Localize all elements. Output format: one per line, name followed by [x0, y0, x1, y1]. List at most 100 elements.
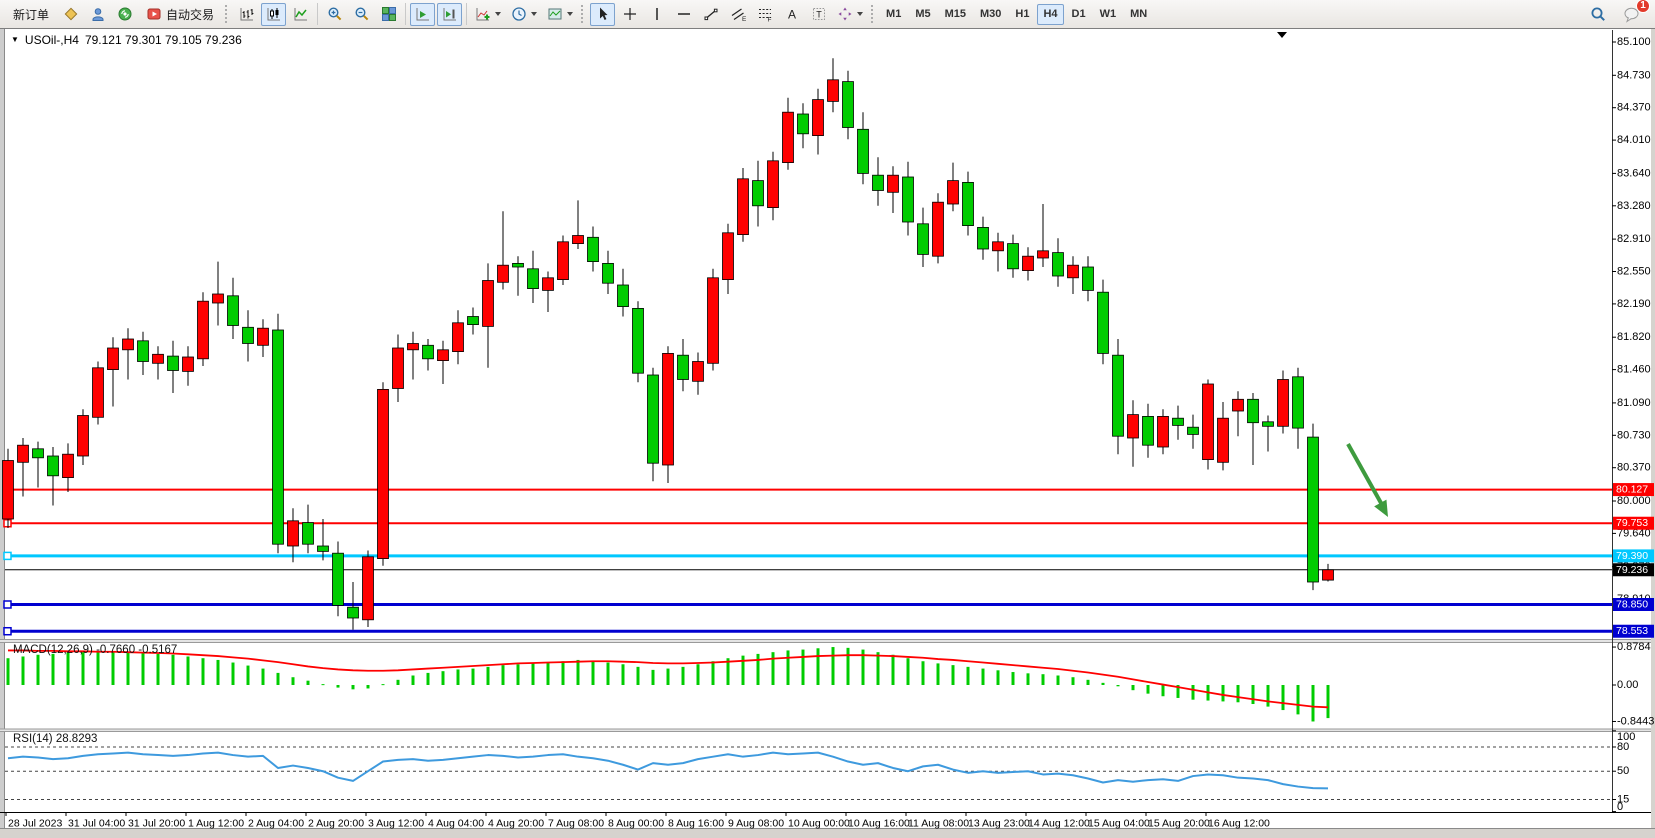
svg-text:8 Aug 16:00: 8 Aug 16:00	[668, 818, 724, 830]
svg-text:84.010: 84.010	[1617, 134, 1651, 146]
cursor-icon[interactable]	[590, 3, 615, 26]
svg-text:78.850: 78.850	[1616, 599, 1648, 611]
svg-text:E: E	[742, 16, 746, 22]
bar-chart-icon[interactable]	[234, 3, 259, 26]
text-label-icon[interactable]: T	[806, 3, 831, 26]
tf-button-m15[interactable]: M15	[939, 4, 972, 25]
svg-text:15 Aug 04:00: 15 Aug 04:00	[1088, 818, 1150, 830]
equidistant-channel-icon[interactable]: E	[725, 3, 750, 26]
fibonacci-icon[interactable]: F	[752, 3, 777, 26]
toolbar-separator	[405, 3, 406, 25]
notification-count-badge: 1	[1636, 0, 1650, 13]
svg-text:82.910: 82.910	[1617, 233, 1651, 245]
tf-button-h4[interactable]: H4	[1037, 4, 1063, 25]
hline-handle-78.553[interactable]	[4, 628, 11, 635]
chart-shift-icon[interactable]	[437, 3, 462, 26]
svg-text:A: A	[788, 8, 796, 22]
chevron-down-icon	[567, 12, 573, 16]
auto-scroll-icon[interactable]	[410, 3, 435, 26]
svg-text:79.236: 79.236	[1616, 564, 1648, 576]
tf-button-m1[interactable]: M1	[880, 4, 907, 25]
svg-text:4 Aug 20:00: 4 Aug 20:00	[488, 818, 544, 830]
svg-text:84.730: 84.730	[1617, 69, 1651, 81]
symbol-dropdown-icon[interactable]: ▼	[11, 36, 19, 44]
svg-text:15 Aug 20:00: 15 Aug 20:00	[1148, 818, 1210, 830]
svg-text:83.640: 83.640	[1617, 167, 1651, 179]
templates-icon[interactable]	[543, 3, 577, 26]
accounts-icon[interactable]	[85, 3, 110, 26]
svg-text:84.370: 84.370	[1617, 102, 1651, 114]
svg-text:4 Aug 04:00: 4 Aug 04:00	[428, 818, 484, 830]
svg-text:31 Jul 04:00: 31 Jul 04:00	[68, 818, 125, 830]
svg-text:11 Aug 08:00: 11 Aug 08:00	[908, 818, 969, 830]
tf-button-m30[interactable]: M30	[974, 4, 1007, 25]
tf-button-d1[interactable]: D1	[1066, 4, 1092, 25]
svg-text:16 Aug 12:00: 16 Aug 12:00	[1208, 818, 1270, 830]
auto-trading-label: 自动交易	[166, 6, 214, 23]
vertical-line-icon[interactable]	[644, 3, 669, 26]
auto-trading-button[interactable]: 自动交易	[139, 3, 221, 26]
arrows-icon[interactable]	[833, 3, 867, 26]
main-toolbar: 新订单 自动交易	[0, 0, 1655, 29]
svg-text:8 Aug 00:00: 8 Aug 00:00	[608, 818, 664, 830]
tile-windows-icon[interactable]	[376, 3, 401, 26]
candlestick-chart-icon[interactable]	[261, 3, 286, 26]
svg-text:10 Aug 16:00: 10 Aug 16:00	[848, 818, 910, 830]
indicators-icon[interactable]	[471, 3, 505, 26]
svg-text:2 Aug 20:00: 2 Aug 20:00	[308, 818, 364, 830]
periods-icon[interactable]	[507, 3, 541, 26]
zoom-out-icon[interactable]	[349, 3, 374, 26]
hline-handle-79.390[interactable]	[4, 552, 11, 559]
tf-button-mn[interactable]: MN	[1124, 4, 1153, 25]
toolbar-separator	[466, 3, 467, 25]
svg-text:82.190: 82.190	[1617, 298, 1651, 310]
symbol-label: USOil-,H4	[25, 33, 79, 47]
trendline-icon[interactable]	[698, 3, 723, 26]
svg-text:0: 0	[1617, 801, 1623, 813]
toolbar-grip	[581, 5, 586, 23]
chevron-down-icon	[857, 12, 863, 16]
rsi-indicator-label: RSI(14) 28.8293	[13, 733, 97, 745]
new-order-button[interactable]: 新订单	[6, 3, 56, 26]
svg-text:2 Aug 04:00: 2 Aug 04:00	[248, 818, 304, 830]
toolbar-grip	[225, 5, 230, 23]
svg-text:81.090: 81.090	[1617, 397, 1651, 409]
notifications-icon[interactable]: 1	[1619, 3, 1644, 26]
chart-title: ▼ USOil-,H4 79.121 79.301 79.105 79.236	[11, 33, 242, 47]
ohlc-quote: 79.121 79.301 79.105 79.236	[85, 33, 242, 47]
svg-text:14 Aug 12:00: 14 Aug 12:00	[1028, 818, 1090, 830]
svg-text:0.8784: 0.8784	[1617, 641, 1651, 653]
zoom-in-icon[interactable]	[322, 3, 347, 26]
svg-text:83.280: 83.280	[1617, 200, 1651, 212]
svg-text:10 Aug 00:00: 10 Aug 00:00	[788, 818, 850, 830]
chevron-down-icon	[531, 12, 537, 16]
text-icon[interactable]: A	[779, 3, 804, 26]
tf-button-m5[interactable]: M5	[909, 4, 936, 25]
svg-text:13 Aug 23:00: 13 Aug 23:00	[968, 818, 1030, 830]
svg-text:31 Jul 20:00: 31 Jul 20:00	[128, 818, 185, 830]
newsletter-icon[interactable]	[58, 3, 83, 26]
signal-icon[interactable]	[112, 3, 137, 26]
svg-text:79.390: 79.390	[1616, 550, 1648, 562]
svg-text:82.550: 82.550	[1617, 266, 1651, 278]
svg-text:1 Aug 12:00: 1 Aug 12:00	[188, 818, 244, 830]
line-chart-icon[interactable]	[288, 3, 313, 26]
svg-text:F: F	[767, 17, 771, 23]
horizontal-line-icon[interactable]	[671, 3, 696, 26]
svg-text:80: 80	[1617, 741, 1629, 753]
price-chart[interactable]: 85.10084.73084.37084.01083.64083.28082.9…	[0, 0, 1655, 838]
crosshair-icon[interactable]	[617, 3, 642, 26]
svg-text:80.000: 80.000	[1617, 495, 1651, 507]
toolbar-separator	[317, 3, 318, 25]
svg-text:-0.8443: -0.8443	[1617, 715, 1654, 727]
auto-trading-icon	[146, 6, 162, 22]
hline-handle-78.850[interactable]	[4, 601, 11, 608]
svg-text:0.00: 0.00	[1617, 679, 1638, 691]
svg-text:80.127: 80.127	[1616, 484, 1648, 496]
svg-text:50: 50	[1617, 765, 1629, 777]
search-icon[interactable]	[1586, 3, 1611, 26]
tf-button-h1[interactable]: H1	[1009, 4, 1035, 25]
svg-text:28 Jul 2023: 28 Jul 2023	[8, 818, 62, 830]
tf-button-w1[interactable]: W1	[1094, 4, 1123, 25]
svg-text:81.460: 81.460	[1617, 364, 1651, 376]
